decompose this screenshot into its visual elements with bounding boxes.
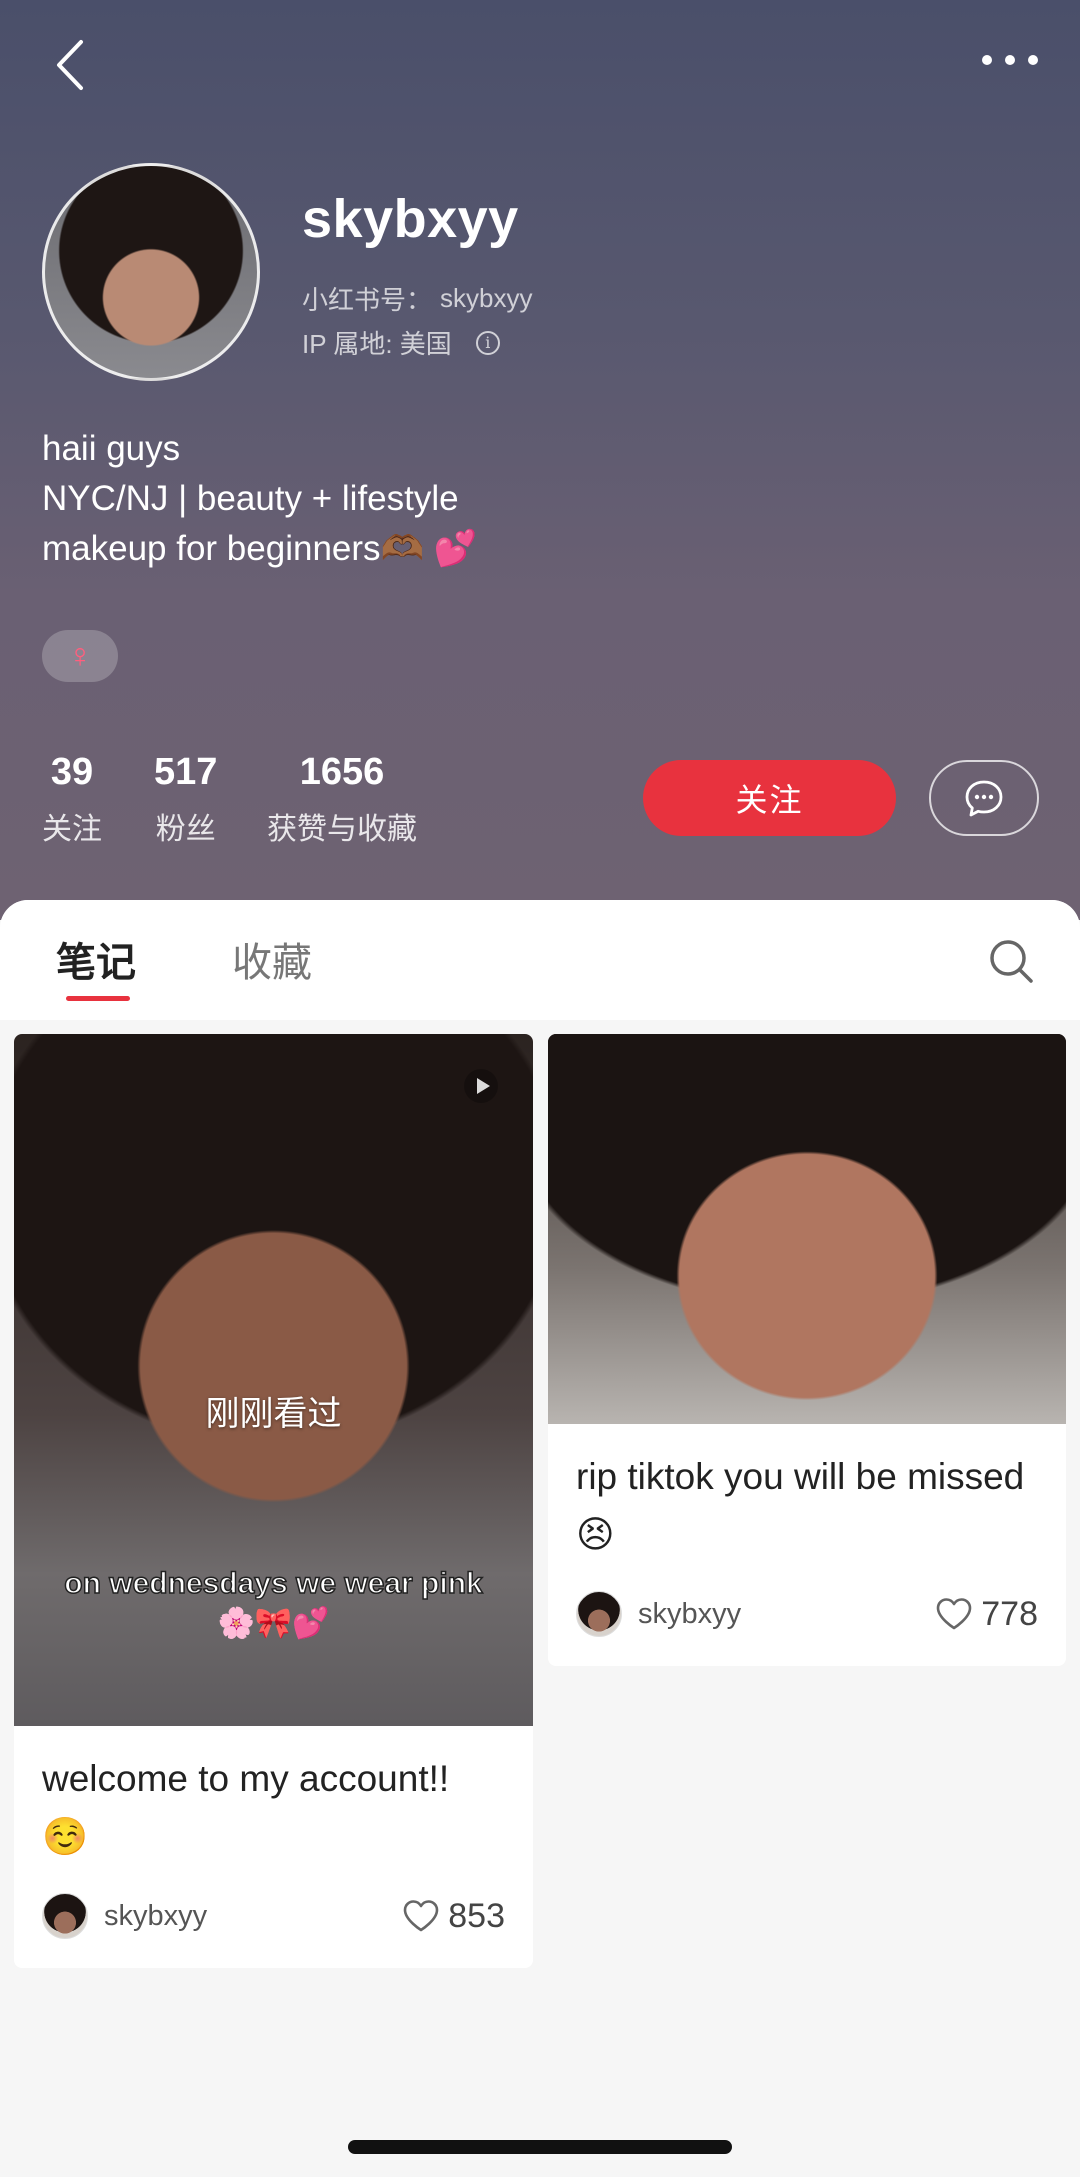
stat-value: 1656 (299, 751, 385, 793)
tab-bar: 笔记 收藏 (0, 900, 1080, 1020)
post-cover-image[interactable]: 刚刚看过 on wednesdays we wear pink 🌸🎀💕 (14, 1034, 533, 1726)
home-indicator[interactable] (348, 2140, 732, 2154)
message-button[interactable] (929, 760, 1039, 836)
info-icon[interactable]: i (475, 330, 500, 355)
stat-following[interactable]: 39 关注 (42, 750, 102, 848)
stat-value: 517 (154, 751, 218, 793)
stat-label: 关注 (42, 813, 102, 846)
profile-header: skybxyy 小红书号： skybxyy IP 属地: 美国 i haii g… (0, 0, 1080, 920)
female-icon: ♀ (67, 636, 93, 675)
follow-button[interactable]: 关注 (643, 760, 896, 836)
profile-id-value: skybxyy (440, 283, 533, 313)
stat-likes-collections[interactable]: 1656 获赞与收藏 (267, 750, 417, 848)
heart-icon (936, 1598, 972, 1630)
post-title: welcome to my account!! ☺️ (42, 1758, 450, 1857)
author-name[interactable]: skybxyy (104, 1900, 402, 1933)
like-button[interactable]: 778 (935, 1595, 1038, 1634)
video-caption-overlay: on wednesdays we wear pink 🌸🎀💕 (64, 1566, 484, 1641)
bio-line: NYC/NJ | beauty + lifestyle (42, 479, 459, 518)
bio-line: makeup for beginners🫶🏾 💕 (42, 529, 478, 568)
stat-label: 获赞与收藏 (267, 813, 417, 846)
profile-ip-location: IP 属地: 美国 i (302, 324, 500, 361)
notes-content: 笔记 收藏 刚刚看过 on wednesdays we wear pink 🌸🎀… (0, 900, 1080, 2177)
post-footer: skybxyy 853 (42, 1892, 505, 1940)
stat-label: 粉丝 (155, 813, 216, 846)
author-avatar[interactable] (42, 1893, 88, 1939)
post-title: rip tiktok you will be missed 😣 (576, 1456, 1025, 1555)
like-count: 853 (448, 1896, 505, 1935)
back-button[interactable] (40, 30, 100, 100)
search-icon (990, 940, 1033, 983)
profile-avatar[interactable] (42, 163, 260, 381)
post-cover-image[interactable] (548, 1034, 1066, 1424)
video-play-icon (464, 1069, 498, 1103)
more-dots-icon (982, 55, 1038, 65)
active-tab-indicator (66, 996, 130, 1001)
author-avatar[interactable] (576, 1591, 622, 1637)
more-button[interactable] (970, 30, 1050, 90)
post-card[interactable]: rip tiktok you will be missed 😣 skybxyy … (548, 1034, 1066, 1666)
tab-notes[interactable]: 笔记 (56, 930, 136, 988)
chevron-left-icon (57, 40, 83, 90)
profile-bio: haii guys NYC/NJ | beauty + lifestyle ma… (42, 424, 477, 574)
profile-ip-label: IP 属地: 美国 (302, 329, 452, 359)
heart-icon (403, 1900, 439, 1932)
chat-bubble-icon (965, 780, 1003, 817)
author-name[interactable]: skybxyy (638, 1598, 935, 1631)
like-count: 778 (981, 1594, 1038, 1633)
post-footer: skybxyy 778 (576, 1590, 1038, 1638)
search-button[interactable] (986, 936, 1036, 986)
profile-id-label: 小红书号： (302, 285, 433, 315)
stat-value: 39 (50, 751, 94, 793)
stat-followers[interactable]: 517 粉丝 (154, 750, 217, 848)
recently-viewed-label: 刚刚看过 (205, 1395, 342, 1433)
gender-tag: ♀ (42, 630, 118, 682)
post-card[interactable]: 刚刚看过 on wednesdays we wear pink 🌸🎀💕 welc… (14, 1034, 533, 1968)
profile-username: skybxyy (302, 189, 519, 249)
tab-collections[interactable]: 收藏 (232, 930, 312, 988)
bio-line: haii guys (42, 429, 181, 468)
profile-id: 小红书号： skybxyy (302, 280, 532, 317)
like-button[interactable]: 853 (402, 1897, 505, 1936)
